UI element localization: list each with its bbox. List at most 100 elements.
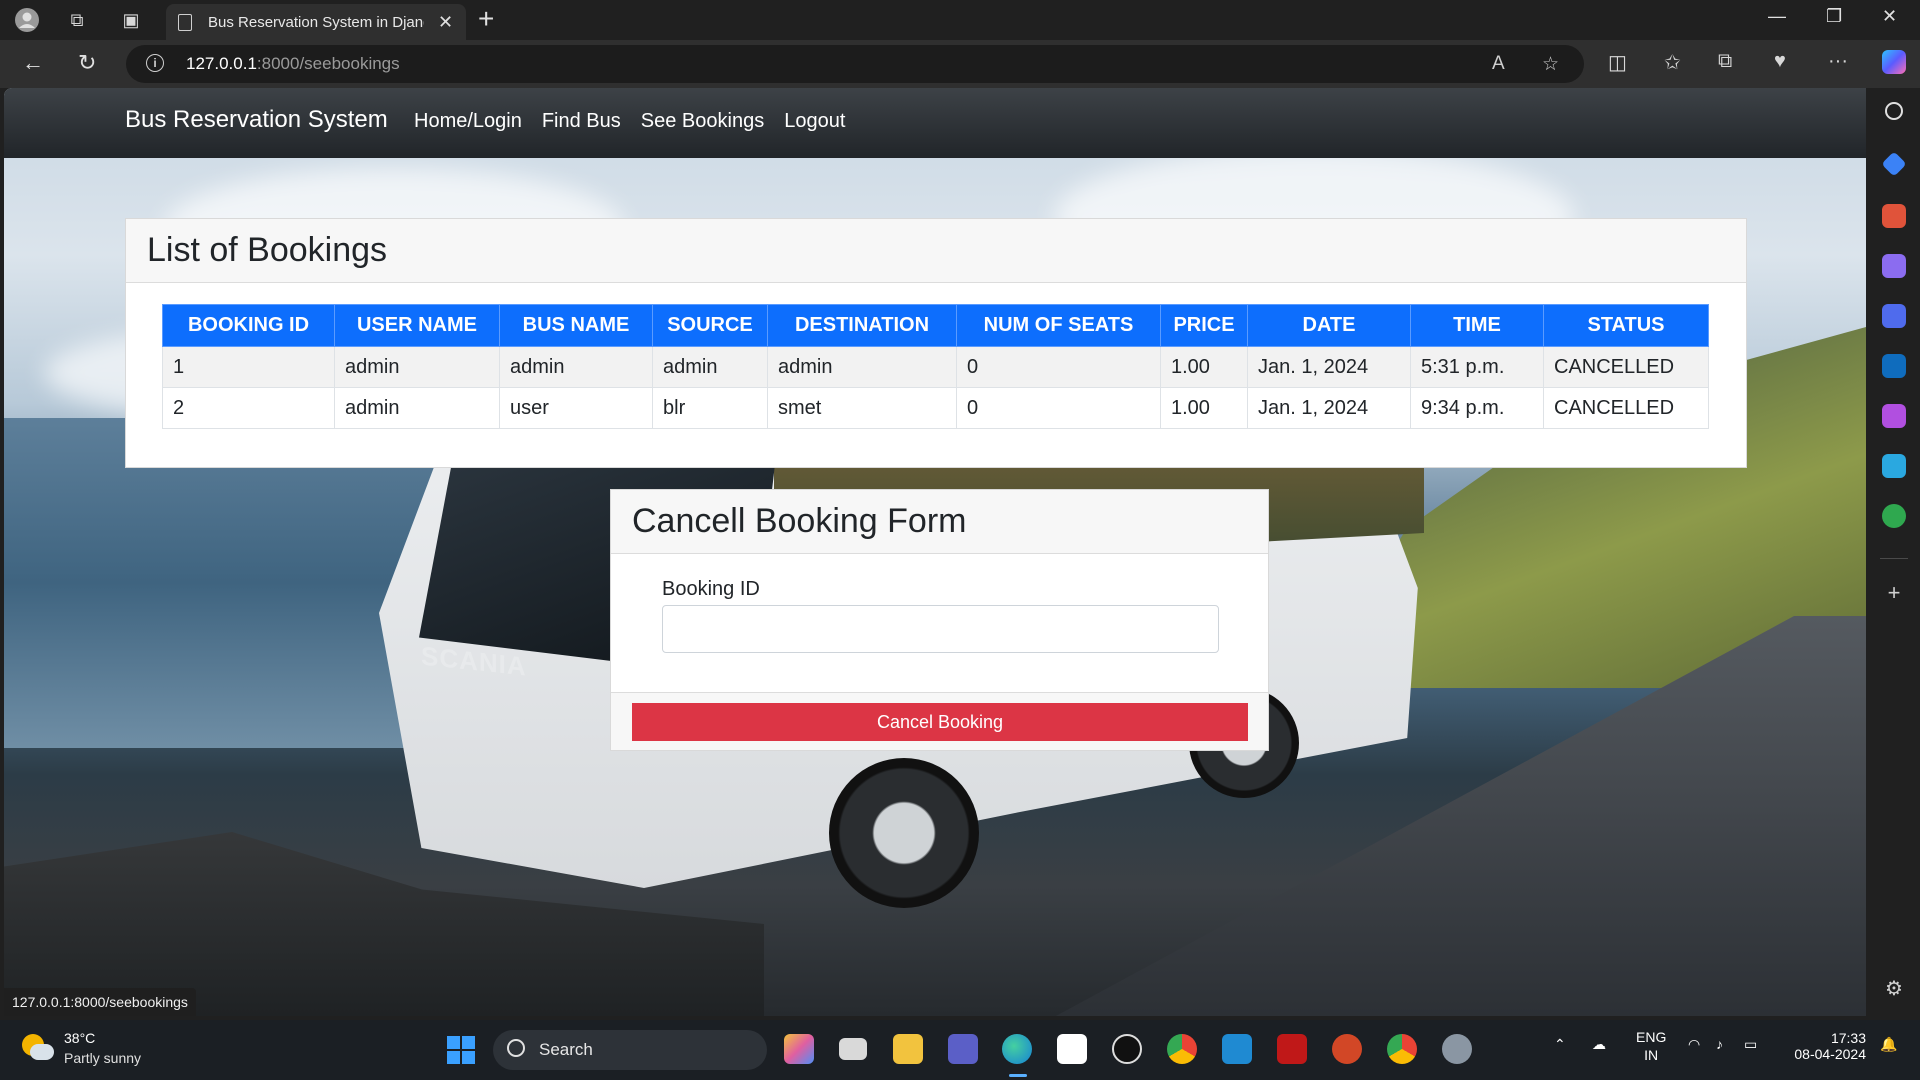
link-status-url: 127.0.0.1:8000/seebookings: [4, 988, 196, 1016]
battery-icon[interactable]: ▭: [1744, 1036, 1757, 1053]
tools-icon[interactable]: [1882, 204, 1906, 228]
notifications-icon[interactable]: 🔔: [1880, 1036, 1897, 1053]
column-header: DESTINATION: [767, 304, 957, 347]
weather-condition[interactable]: Partly sunny: [64, 1050, 141, 1066]
weather-icon[interactable]: [22, 1034, 54, 1064]
send-icon[interactable]: [1882, 454, 1906, 478]
region-code: IN: [1644, 1047, 1659, 1063]
bookings-table: BOOKING ID USER NAME BUS NAME SOURCE DES…: [162, 304, 1709, 429]
sidebar-settings-icon[interactable]: ⚙: [1882, 978, 1906, 1002]
page-viewport: SCANIA Bus Reservation System Home/Login…: [4, 88, 1866, 1016]
booking-id-input[interactable]: [662, 605, 1219, 653]
back-icon[interactable]: ←: [22, 50, 44, 76]
chrome-icon[interactable]: [1167, 1034, 1197, 1064]
vertical-tabs-icon[interactable]: ▣: [118, 8, 144, 32]
nav-find-bus[interactable]: Find Bus: [542, 110, 621, 133]
shopping-icon[interactable]: [1881, 151, 1907, 177]
nav-see-bookings[interactable]: See Bookings: [641, 110, 764, 133]
nav-home-login[interactable]: Home/Login: [414, 110, 522, 133]
profile-icon[interactable]: [14, 8, 40, 32]
browser-essentials-icon[interactable]: ♥: [1774, 50, 1786, 73]
split-screen-icon[interactable]: ◫: [1608, 50, 1627, 75]
column-header: STATUS: [1543, 304, 1709, 347]
close-window-icon[interactable]: ✕: [1882, 6, 1897, 27]
games-icon[interactable]: [1882, 254, 1906, 278]
powerpoint-icon[interactable]: [1332, 1034, 1362, 1064]
cancel-form-body: Booking ID: [611, 554, 1268, 692]
column-header: SOURCE: [652, 304, 768, 347]
minimize-icon[interactable]: —: [1768, 6, 1786, 27]
taskbar: 38°C Partly sunny Search ⌃ ☁ ENG IN ◠ ♪ …: [0, 1020, 1920, 1080]
restore-icon[interactable]: ❐: [1826, 6, 1842, 27]
mcafee-icon[interactable]: [1277, 1034, 1307, 1064]
cell-status: CANCELLED: [1543, 346, 1709, 388]
address-bar[interactable]: i 127.0.0.1:8000/seebookings A ☆: [126, 45, 1584, 83]
clock-date: 08-04-2024: [1794, 1046, 1866, 1062]
site-info-icon[interactable]: i: [146, 54, 164, 72]
add-sidebar-icon[interactable]: +: [1882, 582, 1906, 606]
refresh-icon[interactable]: ↻: [78, 50, 96, 76]
search-icon[interactable]: [1885, 102, 1903, 120]
nav-links: Home/Login Find Bus See Bookings Logout: [414, 110, 845, 133]
weather-temperature[interactable]: 38°C: [64, 1030, 95, 1046]
cell-booking-id: 1: [162, 346, 335, 388]
address-url[interactable]: 127.0.0.1:8000/seebookings: [186, 54, 400, 74]
cell-destination: smet: [767, 387, 957, 429]
wifi-icon[interactable]: ◠: [1688, 1036, 1700, 1053]
cell-price: 1.00: [1160, 387, 1248, 429]
column-header: PRICE: [1160, 304, 1248, 347]
column-header: TIME: [1410, 304, 1544, 347]
clock-time: 17:33: [1830, 1030, 1866, 1046]
nav-logout[interactable]: Logout: [784, 110, 845, 133]
system-clock[interactable]: 17:33 08-04-2024: [1786, 1030, 1866, 1062]
column-header: DATE: [1247, 304, 1411, 347]
tray-overflow-icon[interactable]: ⌃: [1554, 1036, 1566, 1053]
site-brand[interactable]: Bus Reservation System: [125, 106, 388, 134]
cancel-booking-card: Cancell Booking Form Booking ID Cancel B…: [610, 489, 1269, 751]
teams-icon[interactable]: [948, 1034, 978, 1064]
read-aloud-icon[interactable]: A: [1492, 53, 1505, 75]
browser-tab[interactable]: Bus Reservation System in Djang ✕: [166, 4, 466, 40]
bookings-card: List of Bookings BOOKING ID USER NAME BU…: [125, 218, 1747, 468]
copilot-app-icon[interactable]: [784, 1034, 814, 1064]
task-view-icon[interactable]: [839, 1038, 867, 1060]
taskbar-search-label: Search: [539, 1040, 593, 1059]
dell-icon[interactable]: [1112, 1034, 1142, 1064]
favorites-icon[interactable]: ✩: [1664, 50, 1681, 75]
cell-date: Jan. 1, 2024: [1247, 387, 1411, 429]
workspaces-icon[interactable]: ⧉: [64, 8, 90, 32]
taskbar-search[interactable]: Search: [493, 1030, 767, 1070]
designer-icon[interactable]: [1882, 404, 1906, 428]
microsoft-365-icon[interactable]: [1882, 304, 1906, 328]
cell-source: blr: [652, 387, 768, 429]
store-icon[interactable]: [1057, 1034, 1087, 1064]
file-explorer-icon[interactable]: [893, 1034, 923, 1064]
cancel-card-header: Cancell Booking Form: [611, 490, 1268, 554]
vscode-icon[interactable]: [1222, 1034, 1252, 1064]
cell-destination: admin: [767, 346, 957, 388]
chrome-profile-icon[interactable]: [1387, 1034, 1417, 1064]
settings-icon[interactable]: [1442, 1034, 1472, 1064]
onedrive-icon[interactable]: ☁: [1592, 1036, 1606, 1053]
copilot-icon[interactable]: [1882, 50, 1906, 74]
cell-time: 5:31 p.m.: [1410, 346, 1544, 388]
tab-title: Bus Reservation System in Djang: [208, 13, 424, 31]
table-row: 1 admin admin admin admin 0 1.00 Jan. 1,…: [162, 346, 1709, 388]
start-icon[interactable]: [447, 1036, 475, 1064]
tree-icon[interactable]: [1882, 504, 1906, 528]
favorite-star-icon[interactable]: ☆: [1542, 53, 1559, 76]
edge-app-icon[interactable]: [1002, 1034, 1032, 1064]
site-navbar: Bus Reservation System Home/Login Find B…: [4, 88, 1866, 158]
more-menu-icon[interactable]: ···: [1828, 50, 1848, 73]
cancel-booking-button[interactable]: Cancel Booking: [632, 703, 1248, 741]
page-icon: [178, 13, 192, 31]
cell-num-seats: 0: [956, 387, 1161, 429]
cell-date: Jan. 1, 2024: [1247, 346, 1411, 388]
language-indicator[interactable]: ENG IN: [1636, 1028, 1666, 1064]
close-tab-icon[interactable]: ✕: [438, 12, 453, 33]
collections-icon[interactable]: ⧉: [1718, 50, 1732, 73]
column-header: BOOKING ID: [162, 304, 335, 347]
new-tab-icon[interactable]: +: [478, 5, 494, 33]
volume-icon[interactable]: ♪: [1716, 1036, 1723, 1052]
outlook-icon[interactable]: [1882, 354, 1906, 378]
